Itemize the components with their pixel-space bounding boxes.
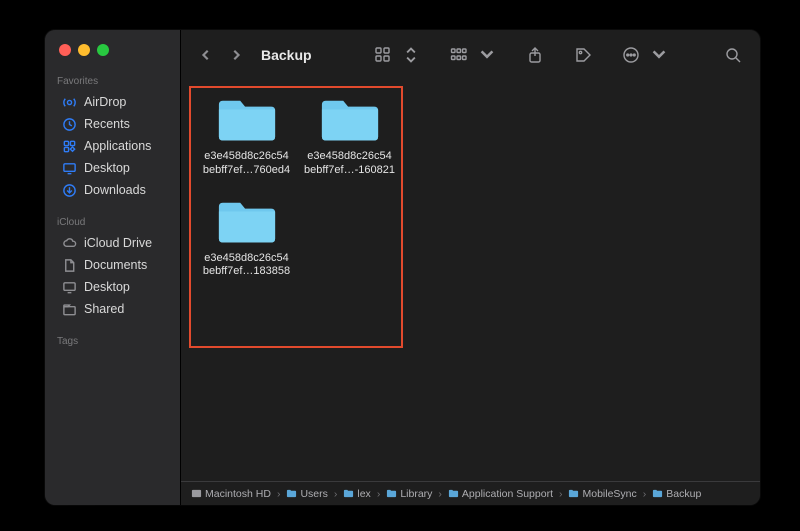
- path-bar: Macintosh HD › Users › lex › Library › A…: [181, 481, 760, 505]
- sidebar-item-label: Recents: [84, 117, 130, 131]
- close-window-button[interactable]: [59, 44, 71, 56]
- folder-icon: [286, 488, 297, 499]
- group-by-button[interactable]: [446, 43, 500, 67]
- sidebar-item-desktop-icloud[interactable]: Desktop: [49, 276, 176, 298]
- folder-item[interactable]: e3e458d8c26c54bebff7ef…-160821: [302, 94, 397, 178]
- sidebar-item-label: Documents: [84, 258, 147, 272]
- window-title: Backup: [261, 47, 312, 63]
- folder-icon: [448, 488, 459, 499]
- window-controls: [45, 40, 180, 70]
- folder-icon: [652, 488, 663, 499]
- path-segment[interactable]: lex: [343, 488, 370, 500]
- grid-view-icon: [370, 43, 396, 67]
- finder-window: Favorites AirDrop Recents Applications D…: [45, 30, 760, 505]
- path-segment[interactable]: Macintosh HD: [191, 488, 271, 500]
- chevron-right-icon: ›: [375, 488, 383, 500]
- folder-label: e3e458d8c26c54bebff7ef…-160821: [304, 150, 395, 178]
- search-button[interactable]: [720, 43, 746, 67]
- grid6-icon: [446, 43, 472, 67]
- path-segment[interactable]: MobileSync: [568, 488, 636, 500]
- chevron-down-icon: [646, 43, 672, 67]
- action-menu-button[interactable]: [618, 43, 672, 67]
- sidebar-item-airdrop[interactable]: AirDrop: [49, 91, 176, 113]
- desktop-icon: [61, 279, 77, 295]
- path-segment[interactable]: Application Support: [448, 488, 553, 500]
- zoom-window-button[interactable]: [97, 44, 109, 56]
- chevron-right-icon: ›: [436, 488, 444, 500]
- file-browser[interactable]: e3e458d8c26c54bebff7ef…760ed4 e3e458d8c2…: [181, 80, 760, 481]
- nav-forward-button[interactable]: [225, 44, 247, 66]
- folder-icon: [319, 94, 381, 144]
- sidebar-item-shared[interactable]: Shared: [49, 298, 176, 320]
- folder-icon: [216, 196, 278, 246]
- chevron-right-icon: ›: [275, 488, 283, 500]
- folder-icon: [568, 488, 579, 499]
- sidebar-item-documents[interactable]: Documents: [49, 254, 176, 276]
- path-segment[interactable]: Backup: [652, 488, 701, 500]
- sidebar-section-favorites: Favorites: [45, 70, 180, 91]
- sidebar-item-label: Downloads: [84, 183, 146, 197]
- minimize-window-button[interactable]: [78, 44, 90, 56]
- nav-back-button[interactable]: [195, 44, 217, 66]
- path-segment[interactable]: Library: [386, 488, 432, 500]
- tags-button[interactable]: [570, 43, 596, 67]
- sidebar-item-recents[interactable]: Recents: [49, 113, 176, 135]
- sidebar-section-tags: Tags: [45, 330, 180, 351]
- cloud-icon: [61, 235, 77, 251]
- sidebar-item-label: AirDrop: [84, 95, 126, 109]
- sidebar-item-label: Shared: [84, 302, 124, 316]
- sidebar-item-downloads[interactable]: Downloads: [49, 179, 176, 201]
- folder-icon: [216, 94, 278, 144]
- sidebar-item-applications[interactable]: Applications: [49, 135, 176, 157]
- sidebar-item-label: iCloud Drive: [84, 236, 152, 250]
- icon-grid: e3e458d8c26c54bebff7ef…760ed4 e3e458d8c2…: [199, 94, 419, 279]
- document-icon: [61, 257, 77, 273]
- chevron-right-icon: ›: [332, 488, 340, 500]
- chevron-down-icon: [474, 43, 500, 67]
- sidebar-item-label: Applications: [84, 139, 151, 153]
- sidebar-item-icloud-drive[interactable]: iCloud Drive: [49, 232, 176, 254]
- main-area: Backup: [181, 30, 760, 505]
- clock-icon: [61, 116, 77, 132]
- sidebar-section-icloud: iCloud: [45, 211, 180, 232]
- folder-item[interactable]: e3e458d8c26c54bebff7ef…183858: [199, 196, 294, 280]
- toolbar: Backup: [181, 30, 760, 80]
- sidebar: Favorites AirDrop Recents Applications D…: [45, 30, 181, 505]
- folder-label: e3e458d8c26c54bebff7ef…183858: [203, 252, 290, 280]
- chevron-updown-icon: [398, 43, 424, 67]
- shared-folder-icon: [61, 301, 77, 317]
- share-button[interactable]: [522, 43, 548, 67]
- sidebar-item-label: Desktop: [84, 280, 130, 294]
- folder-label: e3e458d8c26c54bebff7ef…760ed4: [203, 150, 290, 178]
- disk-icon: [191, 488, 202, 499]
- more-icon: [618, 43, 644, 67]
- download-icon: [61, 182, 77, 198]
- desktop-icon: [61, 160, 77, 176]
- folder-item[interactable]: e3e458d8c26c54bebff7ef…760ed4: [199, 94, 294, 178]
- view-mode-button[interactable]: [370, 43, 424, 67]
- chevron-right-icon: ›: [557, 488, 565, 500]
- folder-icon: [386, 488, 397, 499]
- sidebar-item-label: Desktop: [84, 161, 130, 175]
- path-segment[interactable]: Users: [286, 488, 327, 500]
- chevron-right-icon: ›: [641, 488, 649, 500]
- airdrop-icon: [61, 94, 77, 110]
- sidebar-item-desktop[interactable]: Desktop: [49, 157, 176, 179]
- applications-icon: [61, 138, 77, 154]
- folder-icon: [343, 488, 354, 499]
